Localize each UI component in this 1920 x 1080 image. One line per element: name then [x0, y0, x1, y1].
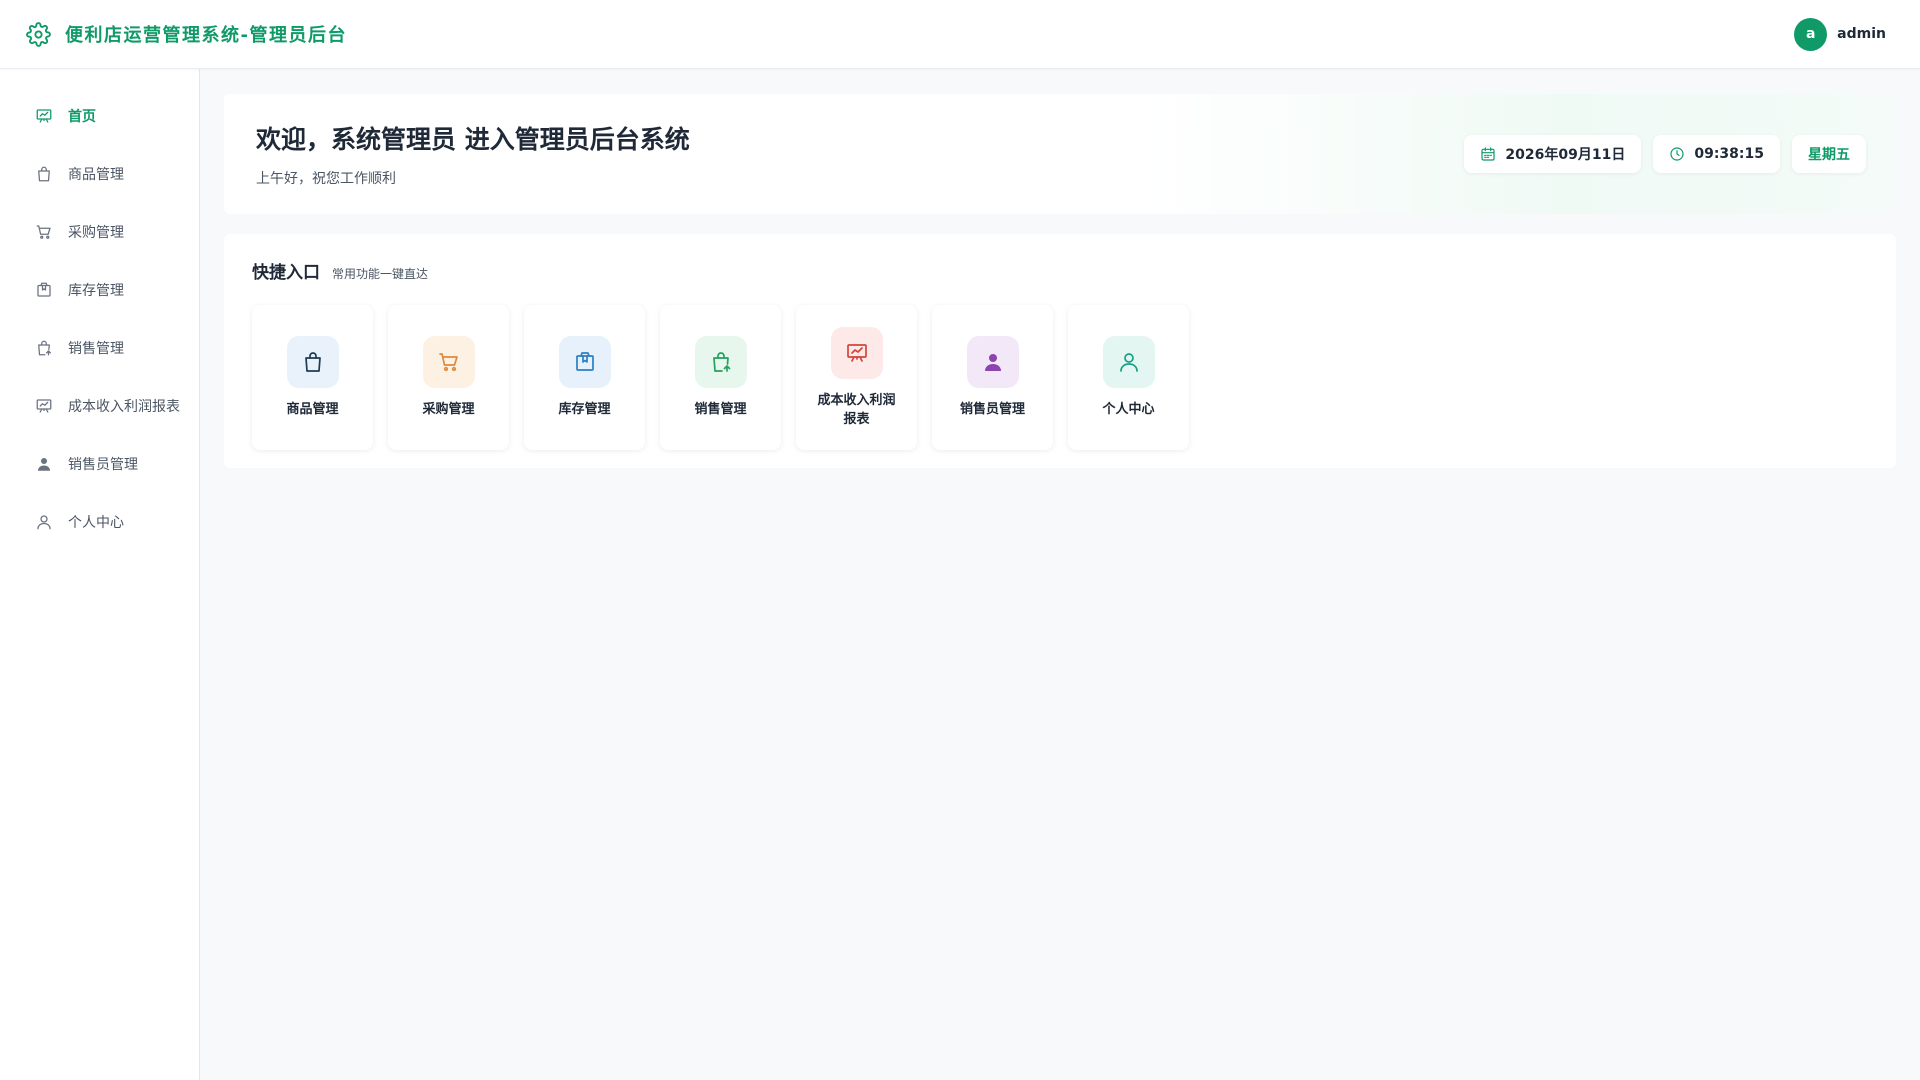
card-icon-wrap — [830, 326, 883, 379]
sidebar-item-inventory[interactable]: 库存管理 — [0, 261, 199, 319]
user-menu[interactable]: a admin — [1794, 17, 1886, 51]
quick-card-reports[interactable]: 成本收入利润报表 — [796, 305, 917, 450]
weekday-text: 星期五 — [1808, 147, 1850, 163]
card-icon-wrap — [558, 336, 611, 388]
quick-card-inventory[interactable]: 库存管理 — [524, 305, 645, 450]
card-icon-wrap — [1102, 336, 1155, 388]
card-icon-wrap — [286, 336, 339, 388]
time-chip: 09:38:15 — [1653, 135, 1780, 173]
quick-card-sales[interactable]: 销售管理 — [660, 305, 781, 450]
username[interactable]: admin — [1837, 26, 1886, 42]
sidebar-item-label: 首页 — [68, 109, 96, 125]
sidebar-item-label: 销售管理 — [68, 341, 124, 357]
card-label: 商品管理 — [286, 402, 339, 417]
card-icon-wrap — [694, 336, 747, 388]
bag-upload-icon — [38, 340, 52, 356]
bag-upload-icon — [712, 352, 730, 372]
avatar[interactable]: a — [1794, 17, 1828, 51]
sidebar-item-label: 采购管理 — [68, 225, 124, 241]
welcome-banner: 欢迎，系统管理员 进入管理员后台系统 上午好，祝您工作顺利 2026年09月11… — [224, 94, 1896, 214]
card-icon-wrap — [422, 336, 475, 388]
sidebar-item-reports[interactable]: 成本收入利润报表 — [0, 377, 199, 435]
quick-access-panel: 快捷入口 常用功能一键直达 商品管理 采购管理 库存管理 销售管理 成本收入利润… — [224, 234, 1896, 468]
person-filled-icon — [984, 354, 1001, 371]
sidebar-item-label: 个人中心 — [68, 515, 124, 531]
shopping-bag-icon — [304, 352, 321, 372]
welcome-title: 欢迎，系统管理员 进入管理员后台系统 — [256, 125, 690, 154]
card-label: 采购管理 — [422, 402, 475, 417]
clock-icon — [1670, 147, 1684, 161]
shopping-bag-icon — [38, 166, 50, 182]
welcome-subtitle: 上午好，祝您工作顺利 — [256, 171, 396, 187]
calendar-icon — [1481, 147, 1496, 161]
card-label: 销售员管理 — [959, 402, 1025, 417]
sidebar-item-purchasing[interactable]: 采购管理 — [0, 203, 199, 261]
sidebar: 首页 商品管理 采购管理 库存管理 销售管理 成本收入利润报表 销售员管理 个人… — [0, 69, 200, 1080]
card-icon-wrap — [966, 336, 1019, 388]
cart-icon — [438, 353, 458, 372]
quick-card-products[interactable]: 商品管理 — [252, 305, 373, 450]
card-label: 销售管理 — [694, 402, 747, 417]
gear-icon — [26, 21, 51, 47]
card-label: 个人中心 — [1102, 402, 1155, 417]
sidebar-item-home[interactable]: 首页 — [0, 87, 199, 145]
sidebar-item-label: 商品管理 — [68, 167, 124, 183]
sidebar-item-label: 销售员管理 — [68, 457, 138, 473]
cart-icon — [36, 225, 51, 239]
quick-access-cards: 商品管理 采购管理 库存管理 销售管理 成本收入利润报表 销售员管理 个人中心 — [252, 305, 1868, 450]
brand: 便利店运营管理系统-管理员后台 — [26, 21, 347, 47]
box-icon — [37, 282, 51, 297]
welcome-text: 欢迎，系统管理员 进入管理员后台系统 上午好，祝您工作顺利 — [256, 120, 690, 188]
top-header: 便利店运营管理系统-管理员后台 a admin — [0, 0, 1920, 69]
sidebar-item-label: 成本收入利润报表 — [68, 399, 180, 415]
presentation-board-icon — [36, 399, 52, 413]
sidebar-item-label: 库存管理 — [68, 283, 124, 299]
card-label: 库存管理 — [558, 402, 611, 417]
time-text: 09:38:15 — [1694, 146, 1764, 162]
sidebar-item-salespersons[interactable]: 销售员管理 — [0, 435, 199, 493]
quick-card-purchasing[interactable]: 采购管理 — [388, 305, 509, 450]
presentation-board-icon — [846, 343, 867, 362]
quick-access-header: 快捷入口 常用功能一键直达 — [252, 258, 1868, 283]
quick-access-subtitle: 常用功能一键直达 — [332, 267, 429, 281]
weekday-chip: 星期五 — [1792, 135, 1866, 173]
person-outline-icon — [1119, 353, 1138, 372]
quick-card-salespersons[interactable]: 销售员管理 — [932, 305, 1053, 450]
date-text: 2026年09月11日 — [1505, 147, 1626, 163]
quick-card-profile[interactable]: 个人中心 — [1068, 305, 1189, 450]
datetime-chips: 2026年09月11日 09:38:15 星期五 — [1464, 135, 1866, 173]
card-label: 成本收入利润报表 — [817, 392, 896, 427]
sidebar-item-profile[interactable]: 个人中心 — [0, 493, 199, 551]
sidebar-item-products[interactable]: 商品管理 — [0, 145, 199, 203]
quick-access-title: 快捷入口 — [252, 263, 320, 283]
presentation-board-icon — [36, 109, 52, 123]
person-outline-icon — [37, 515, 51, 530]
box-icon — [575, 352, 594, 371]
person-filled-icon — [38, 458, 50, 471]
app-title: 便利店运营管理系统-管理员后台 — [65, 25, 347, 46]
sidebar-item-sales[interactable]: 销售管理 — [0, 319, 199, 377]
date-chip: 2026年09月11日 — [1464, 135, 1642, 173]
